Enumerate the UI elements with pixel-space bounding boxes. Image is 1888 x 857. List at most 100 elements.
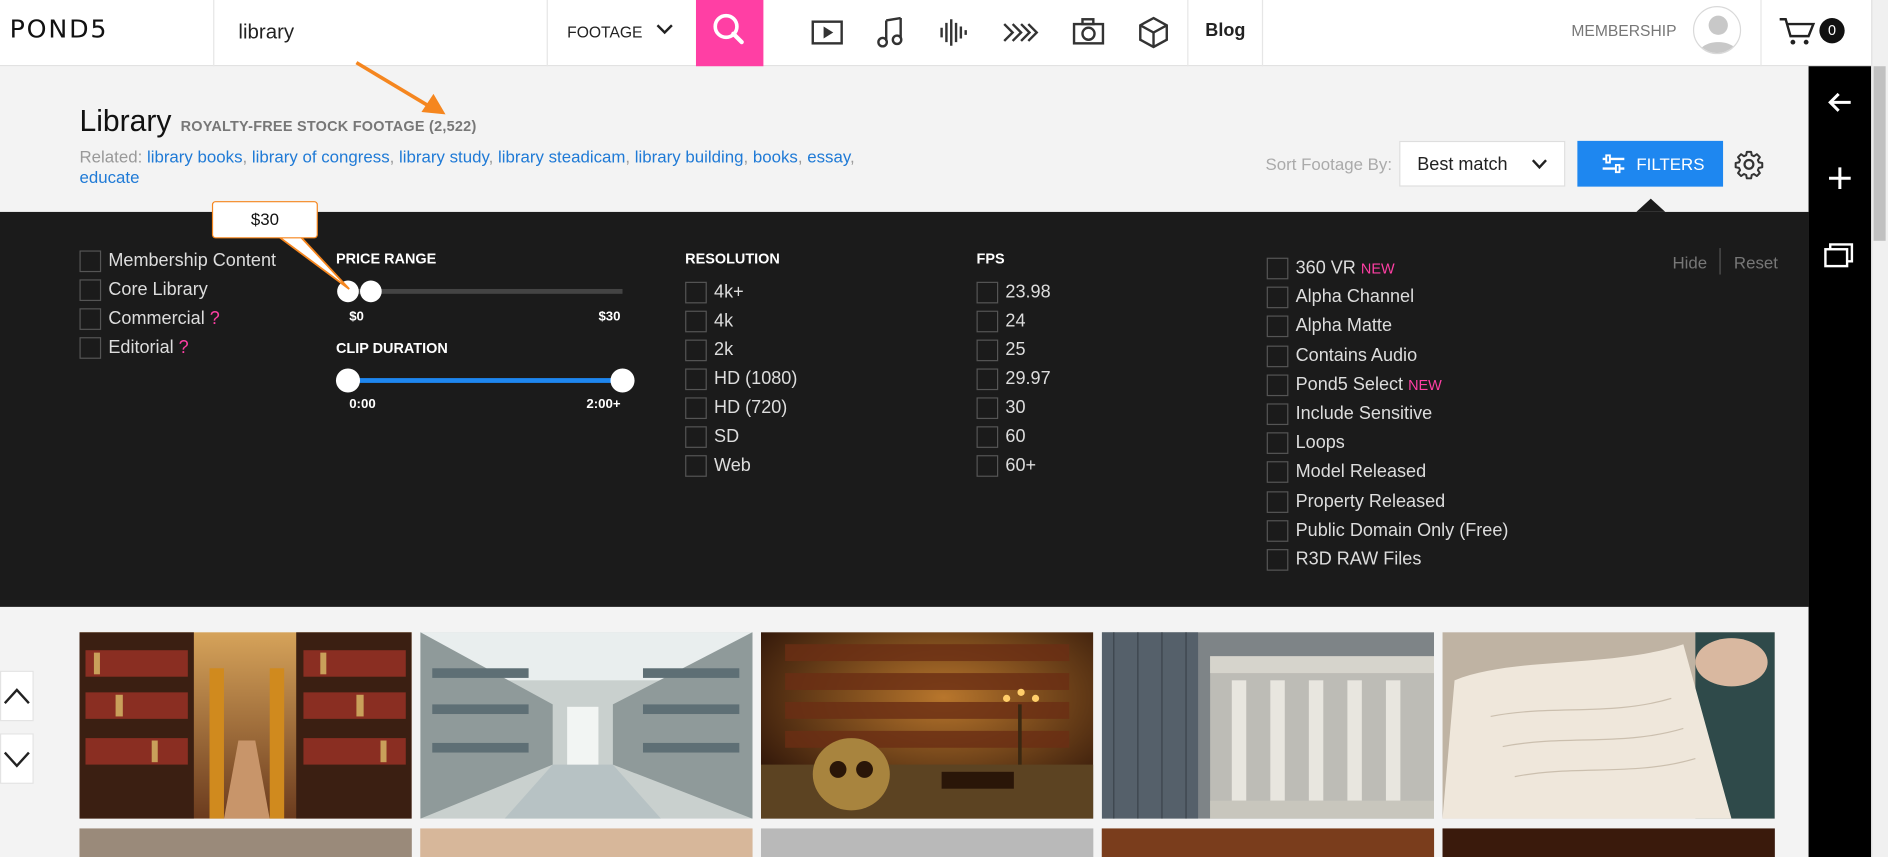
checkbox-fps-30[interactable]	[976, 397, 999, 420]
result-count-label: ROYALTY-FREE STOCK FOOTAGE (2,522)	[180, 118, 477, 135]
price-slider-handle-min[interactable]	[337, 280, 359, 303]
related-link-library-building[interactable]: library building	[635, 147, 744, 166]
checkbox-loops[interactable]	[1266, 432, 1289, 455]
related-link-educate[interactable]: educate	[79, 167, 139, 186]
clip-thumbnail[interactable]	[1101, 632, 1435, 819]
checkbox-resolution-hd-1080[interactable]	[685, 368, 707, 391]
checkbox-fps-23-98[interactable]	[976, 281, 999, 304]
side-rail	[1808, 66, 1872, 857]
related-link-library-study[interactable]: library study	[399, 147, 489, 166]
related-link-library-of-congress[interactable]: library of congress	[252, 147, 390, 166]
user-icon	[1698, 15, 1738, 53]
arrow-left-icon[interactable]	[1825, 88, 1854, 117]
sound-fx-icon[interactable]	[934, 14, 973, 50]
cart-button[interactable]: 0	[1760, 0, 1888, 67]
checkbox-fps-24[interactable]	[976, 310, 999, 333]
photo-icon[interactable]	[1069, 14, 1108, 50]
related-link-library-books[interactable]: library books	[147, 147, 243, 166]
checkbox-alpha-channel[interactable]	[1266, 286, 1289, 309]
help-link[interactable]: ?	[210, 308, 220, 328]
clip-thumbnail[interactable]	[420, 828, 753, 857]
reset-filters-link[interactable]: Reset	[1734, 253, 1778, 272]
blog-link[interactable]: Blog	[1187, 0, 1264, 67]
checkbox-fps-25[interactable]	[976, 339, 999, 362]
related-link-essay[interactable]: essay	[807, 147, 850, 166]
membership-link[interactable]: MEMBERSHIP	[1571, 22, 1676, 40]
clip-thumbnail[interactable]	[1442, 632, 1775, 819]
music-icon[interactable]	[872, 14, 911, 50]
related-link-library-steadicam[interactable]: library steadicam	[498, 147, 625, 166]
after-effects-icon[interactable]	[1001, 14, 1040, 50]
checkbox-contains-audio[interactable]	[1266, 345, 1289, 367]
checkbox-alpha-matte[interactable]	[1266, 315, 1289, 338]
checkbox-property-released[interactable]	[1266, 490, 1289, 513]
filters-panel-pointer	[1636, 198, 1666, 212]
chevron-down-icon	[1531, 159, 1547, 170]
checkbox-resolution-hd-720[interactable]	[685, 397, 707, 420]
checkbox-resolution-sd[interactable]	[685, 426, 707, 448]
checkbox-label: Public Domain Only (Free)	[1296, 520, 1509, 540]
clip-thumbnail[interactable]	[760, 828, 1094, 857]
price-tooltip: $30	[211, 201, 318, 239]
filters-label: FILTERS	[1636, 154, 1705, 174]
checkbox-label-text: Property Released	[1295, 490, 1446, 512]
clip-thumbnail[interactable]	[79, 828, 412, 857]
pond5-logo[interactable]: POND5	[10, 14, 109, 43]
duration-slider-handle-min[interactable]	[335, 368, 361, 393]
hide-filters-link[interactable]: Hide	[1672, 253, 1707, 272]
checkbox-label: Include Sensitive	[1296, 403, 1433, 423]
search-icon	[713, 13, 744, 45]
checkbox-membership-content[interactable]	[79, 250, 102, 273]
sort-select[interactable]: Best match	[1399, 140, 1566, 187]
sort-value: Best match	[1417, 154, 1508, 175]
search-button[interactable]	[695, 0, 764, 67]
scroll-up-button[interactable]	[0, 670, 34, 722]
duration-min-label: 0:00	[349, 397, 376, 412]
checkbox-include-sensitive[interactable]	[1266, 403, 1289, 426]
plus-icon[interactable]	[1825, 164, 1854, 193]
checkbox-fps-60[interactable]	[976, 455, 999, 477]
help-link[interactable]: ?	[179, 337, 189, 357]
checkbox-label: Core Library	[108, 279, 208, 300]
checkbox-360-vr[interactable]	[1266, 257, 1289, 280]
clip-thumbnail[interactable]	[1442, 828, 1775, 857]
checkbox-label: 60+	[1005, 455, 1037, 476]
clip-thumbnail[interactable]	[760, 632, 1094, 819]
checkbox-pond5-select[interactable]	[1266, 374, 1289, 396]
collections-icon[interactable]	[1823, 241, 1854, 270]
checkbox-label-text: Model Released	[1295, 461, 1427, 483]
scroll-down-button[interactable]	[0, 733, 34, 784]
duration-max-label: 2:00+	[586, 397, 621, 412]
checkbox-model-released[interactable]	[1266, 461, 1289, 484]
checkbox-commercial[interactable]	[79, 308, 102, 330]
checkbox-fps-60[interactable]	[976, 426, 999, 448]
clip-thumbnail[interactable]	[1101, 828, 1435, 857]
avatar[interactable]	[1692, 6, 1742, 55]
duration-slider-handle-max[interactable]	[610, 368, 635, 393]
checkbox-core-library[interactable]	[79, 279, 102, 302]
scrollbar-thumb[interactable]	[1873, 66, 1886, 241]
filters-button[interactable]: FILTERS	[1577, 140, 1724, 187]
clip-thumbnail[interactable]	[420, 632, 753, 819]
checkbox-r3d-raw-files[interactable]	[1266, 549, 1289, 571]
checkbox-resolution-2k[interactable]	[685, 339, 707, 362]
checkbox-label-text: Alpha Channel	[1295, 286, 1415, 308]
checkbox-public-domain-only-free[interactable]	[1266, 519, 1289, 542]
checkbox-editorial[interactable]	[79, 337, 102, 359]
checkbox-resolution-4k[interactable]	[685, 281, 707, 304]
price-slider-track[interactable]	[347, 288, 623, 294]
search-input[interactable]	[238, 16, 540, 49]
checkbox-label: HD (720)	[714, 397, 788, 418]
checkbox-label: R3D RAW Files	[1296, 549, 1422, 569]
search-type-select[interactable]: FOOTAGE	[546, 0, 698, 67]
checkbox-label: 360 VR NEW	[1296, 258, 1395, 278]
checkbox-label: 2k	[714, 339, 734, 361]
video-icon[interactable]	[808, 14, 847, 50]
checkbox-resolution-web[interactable]	[685, 455, 707, 477]
gear-icon[interactable]	[1734, 149, 1764, 180]
3d-model-icon[interactable]	[1134, 14, 1173, 50]
checkbox-resolution-4k[interactable]	[685, 310, 707, 333]
related-link-books[interactable]: books	[753, 147, 798, 166]
clip-thumbnail[interactable]	[79, 632, 412, 819]
checkbox-fps-29-97[interactable]	[976, 368, 999, 391]
